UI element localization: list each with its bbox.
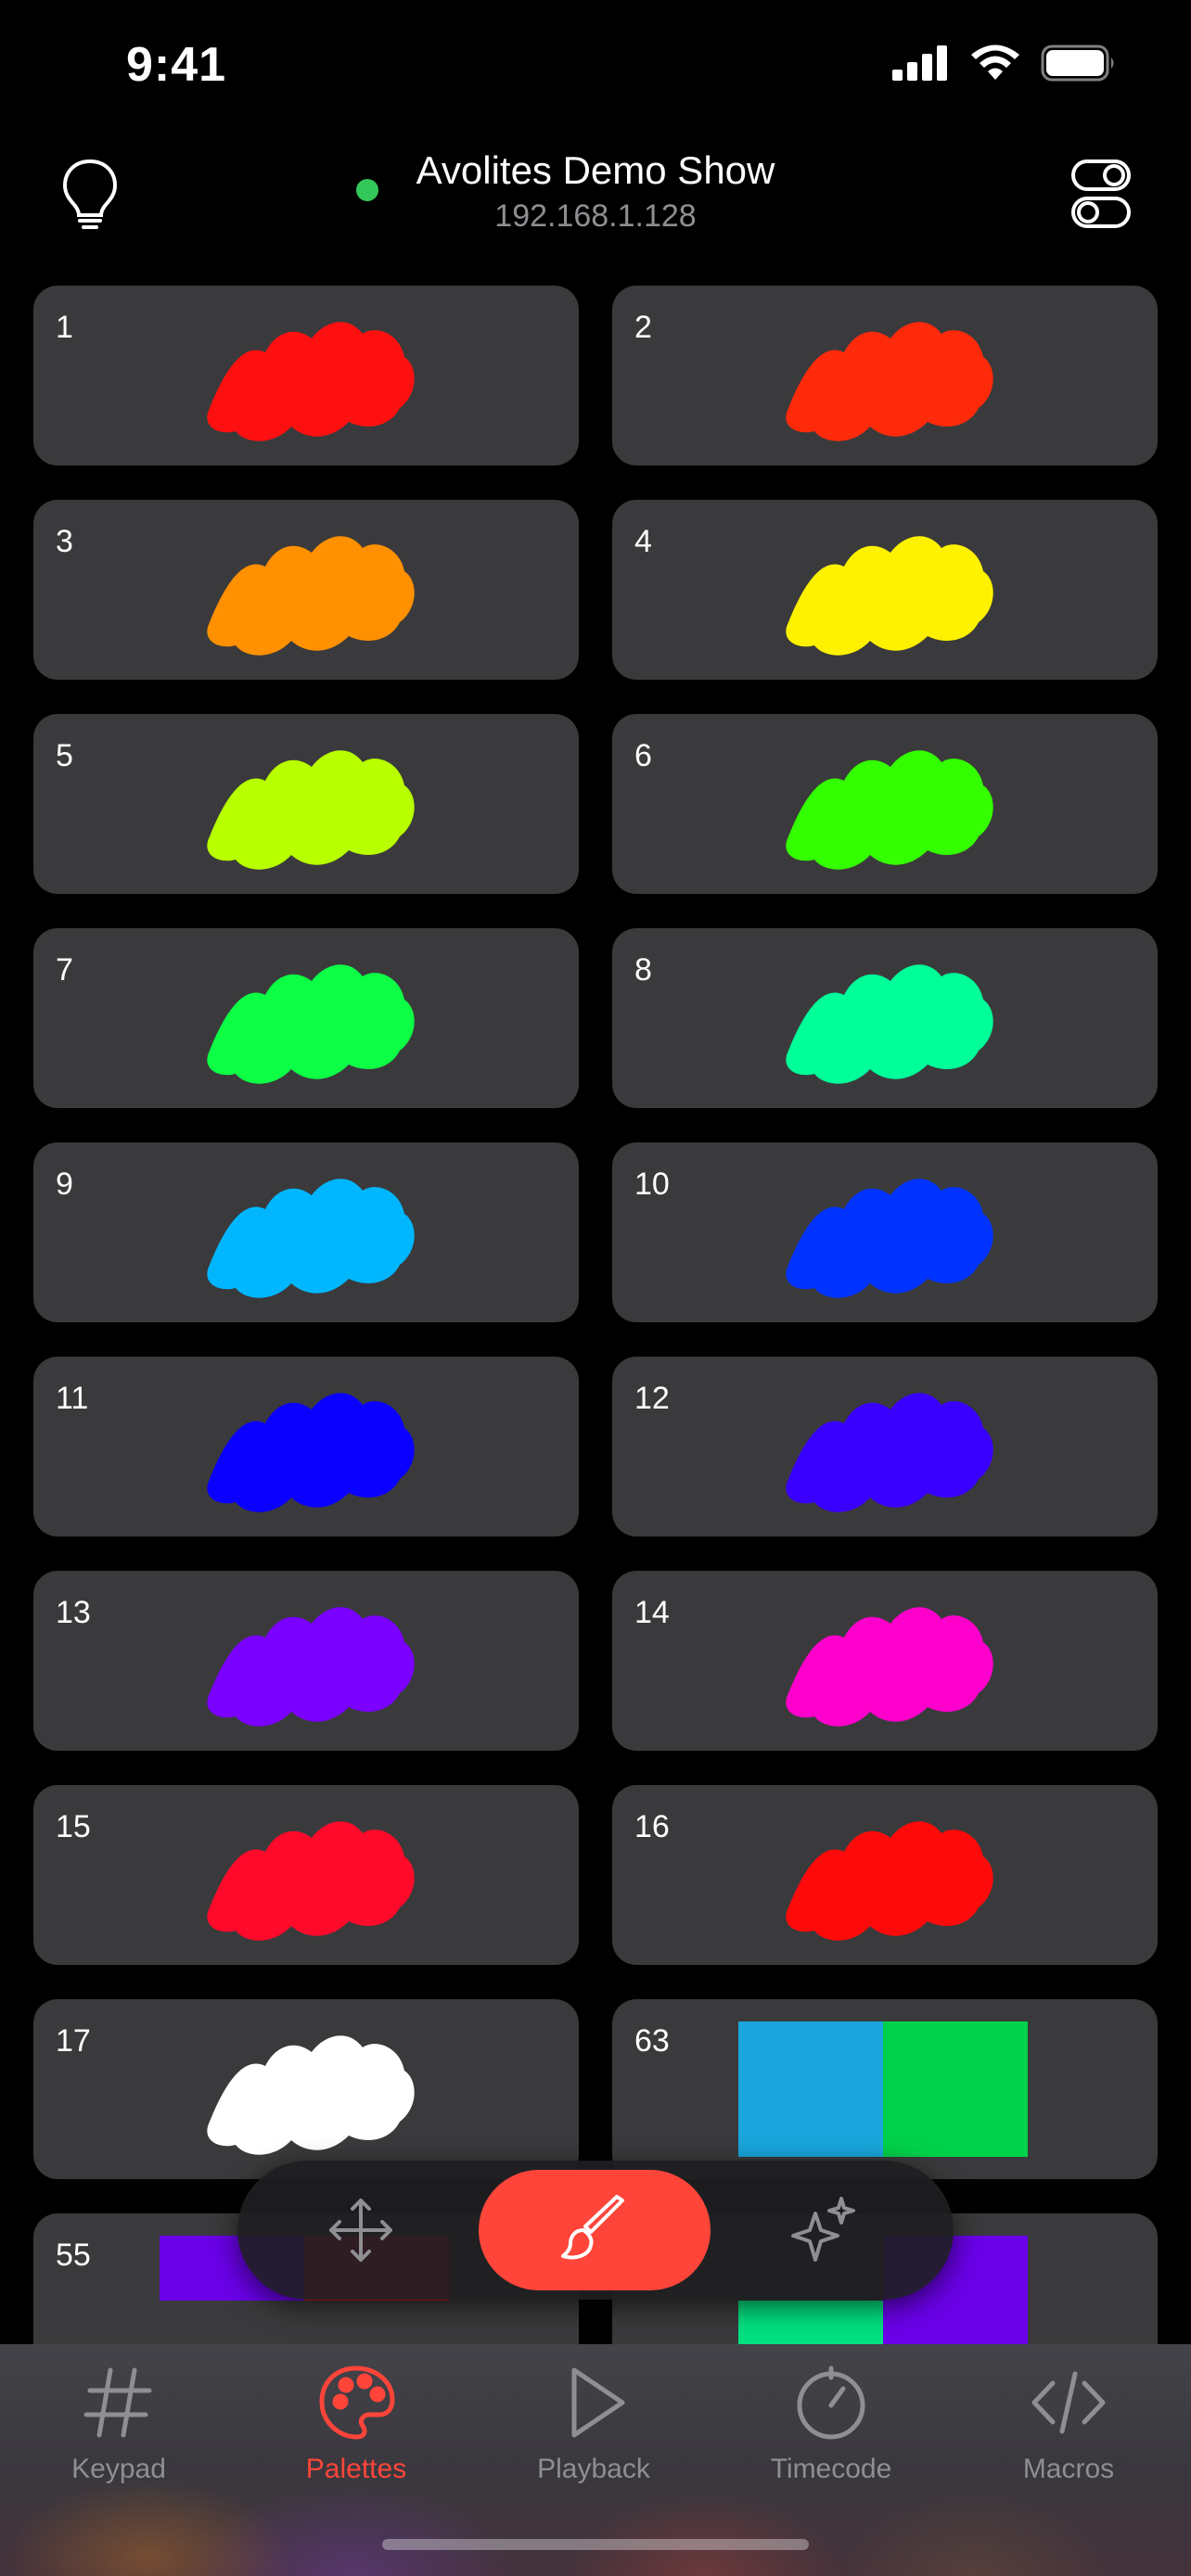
palette-tile[interactable]: 2 bbox=[612, 286, 1158, 465]
palette-number: 14 bbox=[634, 1595, 670, 1630]
tab-label-keypad: Keypad bbox=[71, 2454, 166, 2484]
colour-swatch-scribble bbox=[786, 322, 993, 441]
palette-tile[interactable]: 63 bbox=[612, 1999, 1158, 2179]
colour-swatch-segment bbox=[738, 2021, 883, 2157]
palette-number: 2 bbox=[634, 310, 652, 345]
cellular-signal-icon bbox=[892, 45, 947, 81]
colour-swatch-scribble bbox=[207, 1393, 415, 1512]
colour-swatch-segment bbox=[738, 2301, 883, 2344]
palette-tile[interactable]: 3 bbox=[33, 500, 579, 680]
palette-tile[interactable]: 1 bbox=[33, 286, 579, 465]
connection-status-dot bbox=[356, 179, 378, 201]
move-arrows-icon bbox=[329, 2199, 392, 2262]
palette-number: 15 bbox=[56, 1809, 91, 1844]
colour-swatch-segment bbox=[304, 2301, 449, 2344]
colour-swatch-scribble bbox=[786, 536, 993, 656]
effects-palettes-button[interactable] bbox=[766, 2172, 883, 2289]
colour-swatch-scribble bbox=[786, 1393, 993, 1512]
tab-playback[interactable]: Playback bbox=[475, 2361, 712, 2509]
palette-number: 12 bbox=[634, 1381, 670, 1416]
tab-label-playback: Playback bbox=[537, 2454, 650, 2484]
palette-number: 5 bbox=[56, 738, 73, 773]
palette-tile[interactable]: 13 bbox=[33, 1571, 579, 1751]
colour-swatch-segment bbox=[883, 2021, 1028, 2157]
colour-swatch-scribble bbox=[786, 1821, 993, 1941]
position-palettes-button[interactable] bbox=[302, 2172, 419, 2289]
palette-type-toolbar bbox=[237, 2161, 954, 2300]
toggles-settings-icon[interactable] bbox=[1070, 158, 1132, 232]
palette-icon bbox=[319, 2366, 395, 2440]
colour-swatch-scribble bbox=[207, 1607, 415, 1727]
timer-icon bbox=[797, 2366, 865, 2440]
battery-icon bbox=[1041, 45, 1114, 82]
ip-address: 192.168.1.128 bbox=[494, 198, 697, 234]
colour-swatch-scribble bbox=[786, 1607, 993, 1727]
palette-tile[interactable]: 9 bbox=[33, 1142, 579, 1322]
colour-palettes-button[interactable] bbox=[479, 2170, 711, 2290]
wifi-icon bbox=[971, 45, 1019, 80]
palette-number: 10 bbox=[634, 1167, 670, 1202]
palette-number: 3 bbox=[56, 524, 73, 559]
code-icon bbox=[1031, 2371, 1106, 2434]
show-name: Avolites Demo Show bbox=[416, 148, 775, 192]
palette-number: 13 bbox=[56, 1595, 91, 1630]
colour-swatch-scribble bbox=[207, 1179, 415, 1298]
palette-tile[interactable]: 16 bbox=[612, 1785, 1158, 1965]
tab-palettes[interactable]: Palettes bbox=[237, 2361, 475, 2509]
colour-swatch-scribble bbox=[207, 750, 415, 870]
palette-tile[interactable]: 11 bbox=[33, 1357, 579, 1537]
palette-number: 7 bbox=[56, 952, 73, 988]
colour-swatch-scribble bbox=[786, 1179, 993, 1298]
connection-info[interactable]: Avolites Demo Show 192.168.1.128 bbox=[0, 148, 1191, 235]
colour-swatch-scribble bbox=[786, 964, 993, 1084]
palette-number: 6 bbox=[634, 738, 652, 773]
home-indicator bbox=[382, 2539, 809, 2550]
tab-timecode[interactable]: Timecode bbox=[712, 2361, 950, 2509]
header: Avolites Demo Show 192.168.1.128 bbox=[0, 139, 1191, 278]
palette-number: 17 bbox=[56, 2023, 91, 2059]
palette-tile[interactable]: 7 bbox=[33, 928, 579, 1108]
status-bar: 9:41 bbox=[0, 0, 1191, 139]
tab-label-macros: Macros bbox=[1022, 2454, 1115, 2484]
palette-tile[interactable]: 6 bbox=[612, 714, 1158, 894]
colour-swatch-scribble bbox=[207, 322, 415, 441]
colour-swatch-scribble bbox=[786, 750, 993, 870]
palette-tile[interactable]: 4 bbox=[612, 500, 1158, 680]
palette-number: 4 bbox=[634, 524, 652, 559]
palette-tile[interactable]: 8 bbox=[612, 928, 1158, 1108]
play-icon bbox=[571, 2367, 625, 2438]
tab-macros[interactable]: Macros bbox=[950, 2361, 1187, 2509]
paintbrush-icon bbox=[561, 2195, 624, 2260]
tab-label-timecode: Timecode bbox=[770, 2454, 892, 2484]
tab-keypad[interactable]: Keypad bbox=[0, 2361, 237, 2509]
palette-grid: 1 2 3 4 5 6 7 8 9 10 11 12 13 14 15 16 17 63 55 bbox=[33, 286, 1158, 2344]
colour-swatch-segment bbox=[160, 2301, 304, 2344]
colour-swatch-segment bbox=[883, 2301, 1028, 2344]
palette-tile[interactable]: 17 bbox=[33, 1999, 579, 2179]
colour-swatch-scribble bbox=[207, 2035, 415, 2155]
hash-icon bbox=[83, 2367, 152, 2438]
palette-tile[interactable]: 15 bbox=[33, 1785, 579, 1965]
status-icons bbox=[892, 45, 1117, 82]
palette-number: 63 bbox=[634, 2023, 670, 2059]
palette-number: 16 bbox=[634, 1809, 670, 1844]
status-time: 9:41 bbox=[126, 38, 227, 92]
colour-swatch-scribble bbox=[207, 536, 415, 656]
palette-tile[interactable]: 14 bbox=[612, 1571, 1158, 1751]
palette-number: 8 bbox=[634, 952, 652, 988]
palette-number: 9 bbox=[56, 1167, 73, 1202]
sparkles-icon bbox=[791, 2197, 855, 2262]
tab-label-palettes: Palettes bbox=[305, 2454, 407, 2484]
palette-tile[interactable]: 10 bbox=[612, 1142, 1158, 1322]
colour-swatch-scribble bbox=[207, 964, 415, 1084]
colour-swatch-scribble bbox=[207, 1821, 415, 1941]
palette-tile[interactable]: 5 bbox=[33, 714, 579, 894]
palette-number: 1 bbox=[56, 310, 73, 345]
palette-number: 11 bbox=[56, 1381, 89, 1416]
palette-number: 55 bbox=[56, 2238, 91, 2273]
palette-tile[interactable]: 12 bbox=[612, 1357, 1158, 1537]
